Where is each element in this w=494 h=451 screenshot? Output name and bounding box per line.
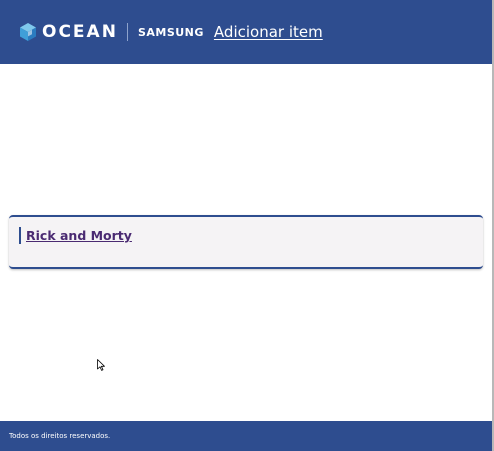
ocean-cube-icon bbox=[20, 23, 36, 41]
logo-divider bbox=[126, 23, 128, 41]
site-footer: Todos os direitos reservados. bbox=[0, 421, 492, 451]
main-content: Rick and Morty bbox=[0, 64, 492, 421]
logo[interactable]: OCEAN SAMSUNG bbox=[18, 20, 204, 44]
list-item: Rick and Morty bbox=[9, 215, 483, 269]
mouse-cursor-icon bbox=[97, 359, 105, 371]
footer-copyright: Todos os direitos reservados. bbox=[9, 432, 111, 440]
ocean-logo-text: OCEAN bbox=[42, 22, 118, 42]
add-item-link[interactable]: Adicionar item bbox=[214, 23, 323, 41]
item-title-link[interactable]: Rick and Morty bbox=[26, 228, 132, 243]
site-header: OCEAN SAMSUNG Adicionar item bbox=[0, 0, 492, 64]
samsung-logo-text: SAMSUNG bbox=[137, 25, 204, 39]
card-accent-bar bbox=[19, 227, 21, 244]
browser-viewport: OCEAN SAMSUNG Adicionar item Rick and Mo… bbox=[0, 0, 494, 451]
